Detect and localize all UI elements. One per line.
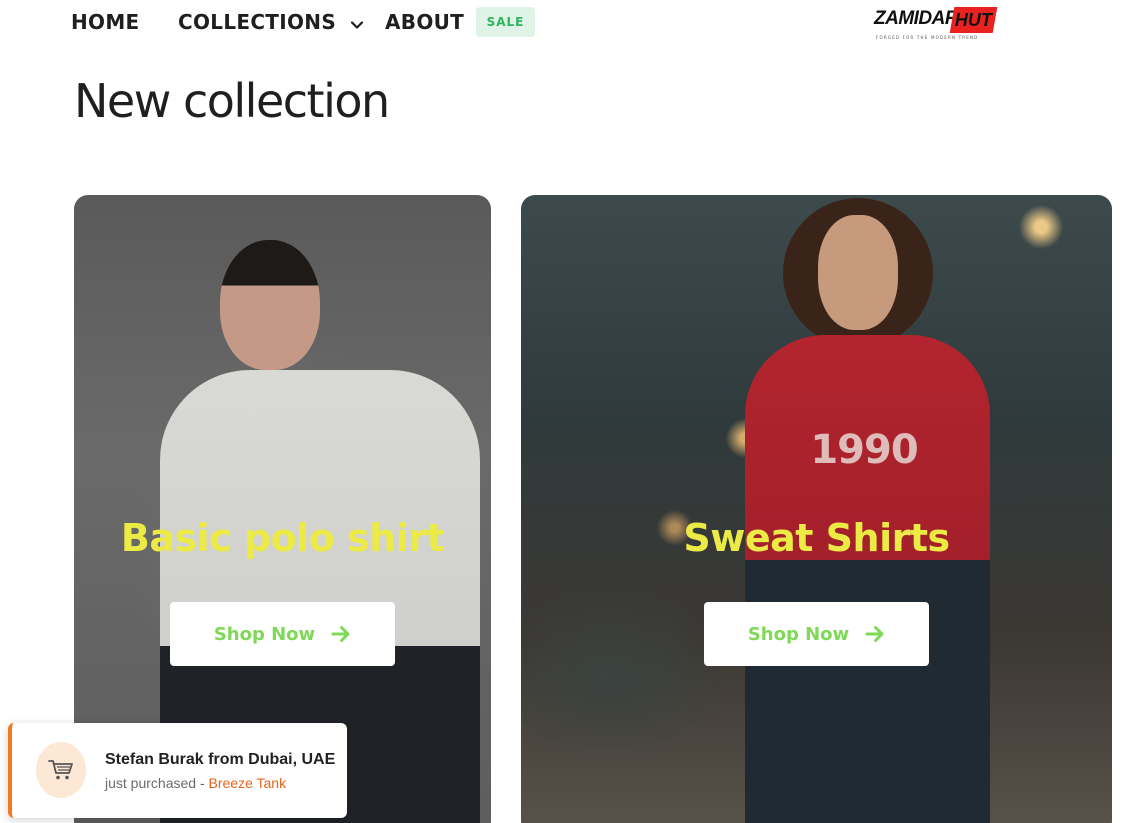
shopping-cart-icon <box>36 742 86 798</box>
sale-badge[interactable]: SALE <box>476 7 535 37</box>
arrow-right-icon <box>331 625 351 643</box>
logo-wordmark: ZAMIDAR <box>874 8 959 29</box>
logo-tagline: FORGED FOR THE MODERN TREND <box>876 35 979 40</box>
logo-hut-text: HUT <box>955 9 992 30</box>
main-nav: HOME COLLECTIONS ABOUT SALE ZAMIDAR HUT … <box>0 0 1125 44</box>
shop-now-button-sweatshirts[interactable]: Shop Now <box>704 602 929 666</box>
sweatshirt-print: 1990 <box>810 427 918 473</box>
nav-home-link[interactable]: HOME <box>71 10 140 34</box>
logo-hut-block: HUT <box>949 7 998 33</box>
model-image-sweatshirt <box>745 335 990 823</box>
page-title: New collection <box>74 74 390 128</box>
notification-subtitle: just purchased - Breeze Tank <box>105 775 286 791</box>
shop-now-button-polo[interactable]: Shop Now <box>170 602 395 666</box>
brand-logo[interactable]: ZAMIDAR HUT FORGED FOR THE MODERN TREND <box>874 6 998 42</box>
chevron-down-icon <box>351 10 364 34</box>
shop-now-label: Shop Now <box>747 623 850 645</box>
notification-prefix: just purchased - <box>105 775 209 791</box>
arrow-right-icon <box>865 625 885 643</box>
model-head-sweatshirt <box>818 215 898 330</box>
nav-collections-label: COLLECTIONS <box>178 10 337 34</box>
notification-title: Stefan Burak from Dubai, UAE <box>105 751 336 768</box>
page: HOME COLLECTIONS ABOUT SALE ZAMIDAR HUT … <box>0 0 1125 823</box>
notification-product-link[interactable]: Breeze Tank <box>209 775 287 791</box>
model-head-polo <box>220 240 320 370</box>
nav-collections-link[interactable]: COLLECTIONS <box>178 10 364 34</box>
purchase-notification[interactable]: Stefan Burak from Dubai, UAE just purcha… <box>8 723 347 818</box>
nav-about-link[interactable]: ABOUT <box>385 10 464 34</box>
shop-now-label: Shop Now <box>213 623 316 645</box>
card-title-polo: Basic polo shirt <box>120 516 445 560</box>
card-title-sweatshirts: Sweat Shirts <box>683 516 950 560</box>
